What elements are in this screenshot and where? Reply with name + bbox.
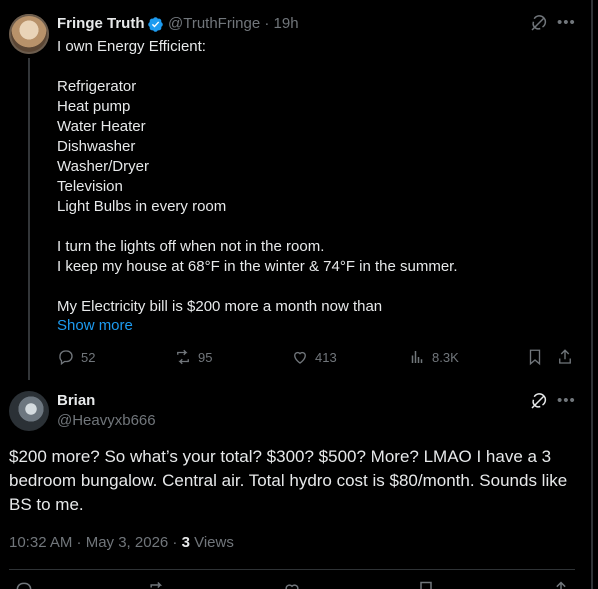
avatar-fringe-truth[interactable]	[9, 14, 49, 54]
author-handle[interactable]: @TruthFringe	[168, 15, 260, 32]
reply-icon	[59, 350, 73, 366]
post-line: Light Bulbs in every room	[57, 198, 227, 215]
like-count: 413	[315, 349, 337, 365]
author-name[interactable]: Brian	[57, 392, 95, 409]
reply-text: $200 more? So what’s your total? $300? $…	[9, 447, 568, 514]
share-button[interactable]	[556, 348, 580, 366]
post-line: My Electricity bill is $200 more a month…	[57, 298, 383, 315]
repost-count: 95	[198, 349, 213, 365]
repost-button[interactable]: 95	[174, 348, 212, 366]
repost-icon	[177, 349, 189, 365]
grok-icon[interactable]	[529, 393, 547, 411]
reply-count: 52	[81, 349, 96, 365]
verified-badge-icon	[148, 17, 163, 32]
views-count: 8.3K	[432, 349, 459, 365]
post-line: Water Heater	[57, 118, 146, 135]
post-line	[57, 217, 527, 237]
avatar-brian[interactable]	[9, 391, 49, 431]
views-icon	[411, 351, 423, 363]
views-number: 3	[181, 534, 190, 551]
more-icon[interactable]: •••	[557, 14, 575, 32]
post-line: Television	[57, 178, 123, 195]
post-meta: 10:32 AM · May 3, 2026 · 3 Views	[9, 534, 234, 551]
post-line	[57, 277, 527, 297]
author-name[interactable]: Fringe Truth	[57, 15, 145, 32]
like-button[interactable]: 413	[291, 348, 337, 366]
post-line: Dishwasher	[57, 138, 136, 155]
post-line: Heat pump	[57, 98, 131, 115]
divider	[9, 569, 575, 570]
post-line: I turn the lights off when not in the ro…	[57, 238, 325, 255]
bookmark-button[interactable]	[526, 348, 550, 366]
share-icon	[559, 349, 571, 364]
post-timestamp[interactable]: 10:32 AM · May 3, 2026	[9, 534, 168, 551]
post-line: Refrigerator	[57, 78, 137, 95]
bookmark-icon[interactable]	[416, 580, 436, 589]
bottom-action-bar	[0, 580, 591, 589]
post-time[interactable]: 19h	[274, 15, 299, 32]
dot-separator: ·	[264, 15, 270, 32]
like-icon[interactable]	[282, 580, 302, 589]
author-handle[interactable]: @Heavyxb666	[57, 412, 156, 429]
views-button[interactable]: 8.3K	[408, 348, 459, 366]
post-line: I keep my house at 68°F in the winter & …	[57, 258, 458, 275]
post-text: I own Energy Efficient: Refrigerator Hea…	[57, 37, 527, 317]
meta-separator: ·	[168, 534, 182, 551]
more-icon[interactable]: •••	[557, 392, 576, 409]
grok-icon[interactable]	[529, 15, 547, 33]
post-line	[57, 57, 527, 77]
thread-line	[28, 58, 30, 380]
reply-button[interactable]: 52	[57, 348, 95, 366]
repost-icon[interactable]	[147, 580, 167, 589]
post-line: Washer/Dryer	[57, 158, 149, 175]
author-handle-time[interactable]: @TruthFringe · 19h	[168, 15, 299, 32]
post-line: I own Energy Efficient:	[57, 38, 206, 55]
share-icon[interactable]	[551, 580, 571, 589]
bookmark-icon	[529, 349, 541, 366]
views-label: Views	[189, 534, 234, 551]
column-border	[591, 0, 593, 589]
like-icon	[294, 351, 306, 364]
reply-icon[interactable]	[14, 580, 34, 589]
action-bar: 52 95 413 8.3K	[0, 348, 591, 368]
show-more-link[interactable]: Show more	[57, 317, 133, 334]
